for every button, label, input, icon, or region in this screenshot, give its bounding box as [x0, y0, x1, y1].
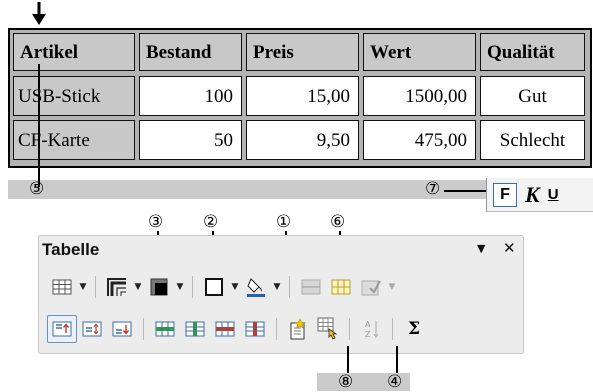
toolbar-row-1: ▼ ▼ ▼ ▼ ▼ ▼: [47, 272, 398, 302]
table-toolbar-panel[interactable]: Tabelle ▼ ✕ ▼ ▼ ▼ ▼ ▼ ▼ A Z Σ: [38, 235, 524, 354]
insert-row-icon: [155, 321, 175, 337]
callout-line-7: [444, 190, 488, 192]
borders-button[interactable]: [199, 273, 229, 301]
header-cell-qualitaet[interactable]: Qualität: [480, 33, 585, 71]
split-cells-button[interactable]: [326, 273, 356, 301]
table-insert-dropdown[interactable]: ▼: [77, 273, 89, 301]
stock-cell[interactable]: 50: [139, 120, 242, 160]
callout-2: ②: [203, 212, 219, 232]
callout-strip-top: [8, 180, 486, 199]
align-center-icon: [82, 321, 102, 337]
format-toolbar: F K U: [486, 178, 593, 212]
row-label-cell[interactable]: CF-Karte: [13, 120, 135, 160]
bold-button[interactable]: F: [493, 182, 517, 207]
insert-column-icon: [185, 321, 205, 337]
line-color-button[interactable]: [144, 273, 174, 301]
price-cell[interactable]: 9,50: [246, 120, 359, 160]
table-properties-button[interactable]: [313, 315, 343, 343]
delete-column-button[interactable]: [240, 315, 270, 343]
toolbar-row-2: A Z Σ: [47, 314, 429, 344]
delete-column-icon: [245, 321, 265, 337]
align-bottom-icon: [112, 321, 132, 337]
value-cell[interactable]: 1500,00: [363, 76, 476, 116]
price-cell[interactable]: 15,00: [246, 76, 359, 116]
callout-line-4: [396, 346, 398, 373]
borders-dropdown[interactable]: ▼: [229, 273, 241, 301]
callout-6: ⑥: [330, 212, 346, 232]
optimize-button[interactable]: [356, 273, 386, 301]
italic-button[interactable]: K: [525, 182, 540, 208]
border-style-dropdown[interactable]: ▼: [132, 273, 144, 301]
autoformat-icon: [290, 318, 306, 340]
table-properties-icon: [317, 317, 338, 340]
panel-title: Tabelle: [42, 240, 100, 259]
quality-cell[interactable]: Gut: [480, 76, 585, 116]
optimize-icon: [361, 280, 381, 296]
callout-7: ⑦: [425, 179, 441, 199]
insert-column-button[interactable]: [180, 315, 210, 343]
callout-3: ③: [148, 212, 164, 232]
header-cell-artikel[interactable]: Artikel: [13, 33, 135, 71]
panel-menu-button[interactable]: ▼: [477, 242, 485, 255]
value-cell[interactable]: 475,00: [363, 120, 476, 160]
border-style-button[interactable]: [102, 273, 132, 301]
toolbar-separator: [192, 276, 193, 298]
align-center-button[interactable]: [77, 315, 107, 343]
borders-icon: [205, 278, 223, 296]
line-color-icon: [150, 278, 168, 296]
optimize-dropdown[interactable]: ▼: [386, 273, 398, 301]
callout-5: ⑤: [29, 179, 45, 199]
toolbar-separator: [349, 318, 350, 340]
merge-cells-icon: [301, 279, 321, 295]
sum-icon: Σ: [407, 319, 421, 339]
underline-button[interactable]: U: [548, 186, 559, 203]
background-fill-button[interactable]: [241, 273, 271, 301]
align-top-icon: [52, 321, 72, 337]
background-fill-dropdown[interactable]: ▼: [271, 273, 283, 301]
background-fill-icon: [247, 278, 265, 297]
svg-text:A: A: [365, 320, 371, 329]
align-top-button[interactable]: [47, 315, 77, 343]
sort-icon: A Z: [365, 320, 379, 339]
panel-close-button[interactable]: ✕: [503, 239, 516, 257]
svg-text:Z: Z: [365, 330, 371, 339]
toolbar-separator: [143, 318, 144, 340]
border-style-icon: [107, 278, 126, 296]
align-bottom-button[interactable]: [107, 315, 137, 343]
toolbar-separator: [392, 318, 393, 340]
delete-row-button[interactable]: [210, 315, 240, 343]
sort-button[interactable]: A Z: [356, 315, 386, 343]
arrow-down-icon: [32, 2, 46, 25]
line-color-dropdown[interactable]: ▼: [174, 273, 186, 301]
stock-cell[interactable]: 100: [139, 76, 242, 116]
toolbar-separator: [276, 318, 277, 340]
delete-row-icon: [215, 321, 235, 337]
sum-button[interactable]: Σ: [399, 315, 429, 343]
callout-8: ⑧: [338, 372, 354, 392]
table-insert-icon: [52, 279, 72, 295]
callout-1: ①: [276, 212, 292, 232]
split-cells-icon: [331, 279, 351, 295]
header-cell-bestand[interactable]: Bestand: [139, 33, 242, 71]
header-cell-wert[interactable]: Wert: [363, 33, 476, 71]
insert-row-button[interactable]: [150, 315, 180, 343]
quality-cell[interactable]: Schlecht: [480, 120, 585, 160]
callout-line-8: [347, 346, 349, 373]
toolbar-separator: [289, 276, 290, 298]
merge-cells-button[interactable]: [296, 273, 326, 301]
callout-4: ④: [387, 372, 403, 392]
table-insert-button[interactable]: [47, 273, 77, 301]
row-label-cell[interactable]: USB-Stick: [13, 76, 135, 116]
header-cell-preis[interactable]: Preis: [246, 33, 359, 71]
spreadsheet-table: Artikel Bestand Preis Wert Qualität USB-…: [8, 28, 592, 168]
callout-line-5: [38, 64, 40, 187]
autoformat-button[interactable]: [283, 315, 313, 343]
toolbar-separator: [95, 276, 96, 298]
